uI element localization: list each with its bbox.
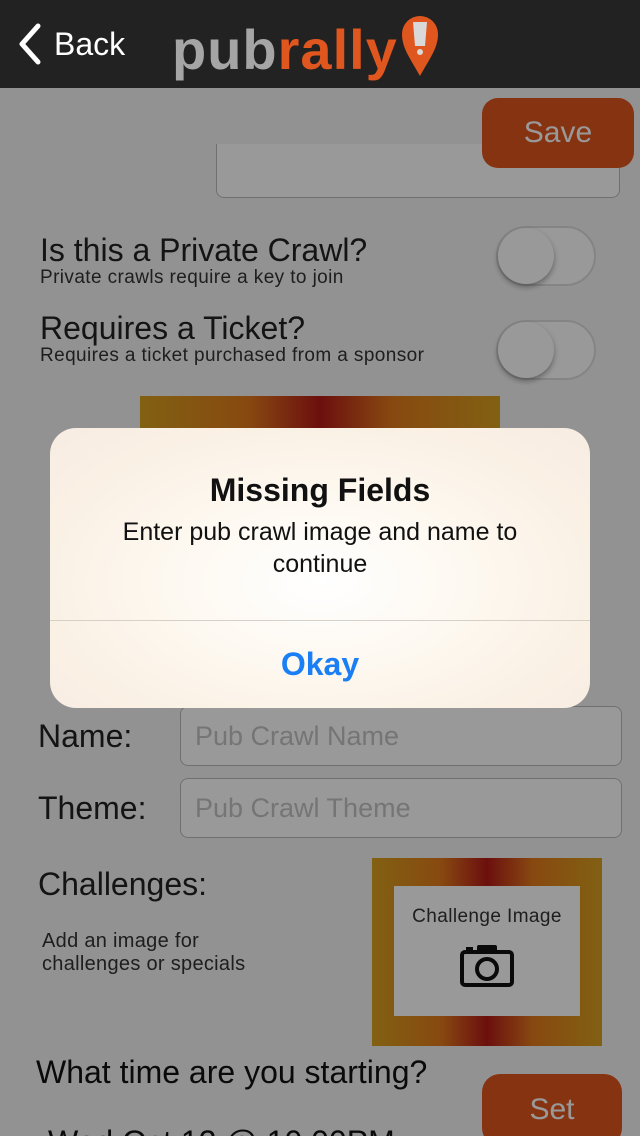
alert-message: Enter pub crawl image and name to contin…	[122, 518, 518, 578]
back-button[interactable]: Back	[16, 20, 125, 68]
logo-text-rally: rally	[277, 18, 398, 81]
beer-pin-icon	[401, 16, 438, 76]
alert-title: Missing Fields	[209, 472, 431, 508]
missing-fields-alert: Missing Fields Enter pub crawl image and…	[50, 428, 590, 708]
chevron-left-icon	[19, 23, 41, 65]
back-label: Back	[54, 25, 126, 62]
app-logo: pub rally	[172, 12, 440, 78]
navigation-bar: Back pub rally	[0, 0, 640, 88]
logo-text-pub: pub	[172, 18, 278, 81]
alert-okay-button[interactable]: Okay	[50, 621, 590, 708]
